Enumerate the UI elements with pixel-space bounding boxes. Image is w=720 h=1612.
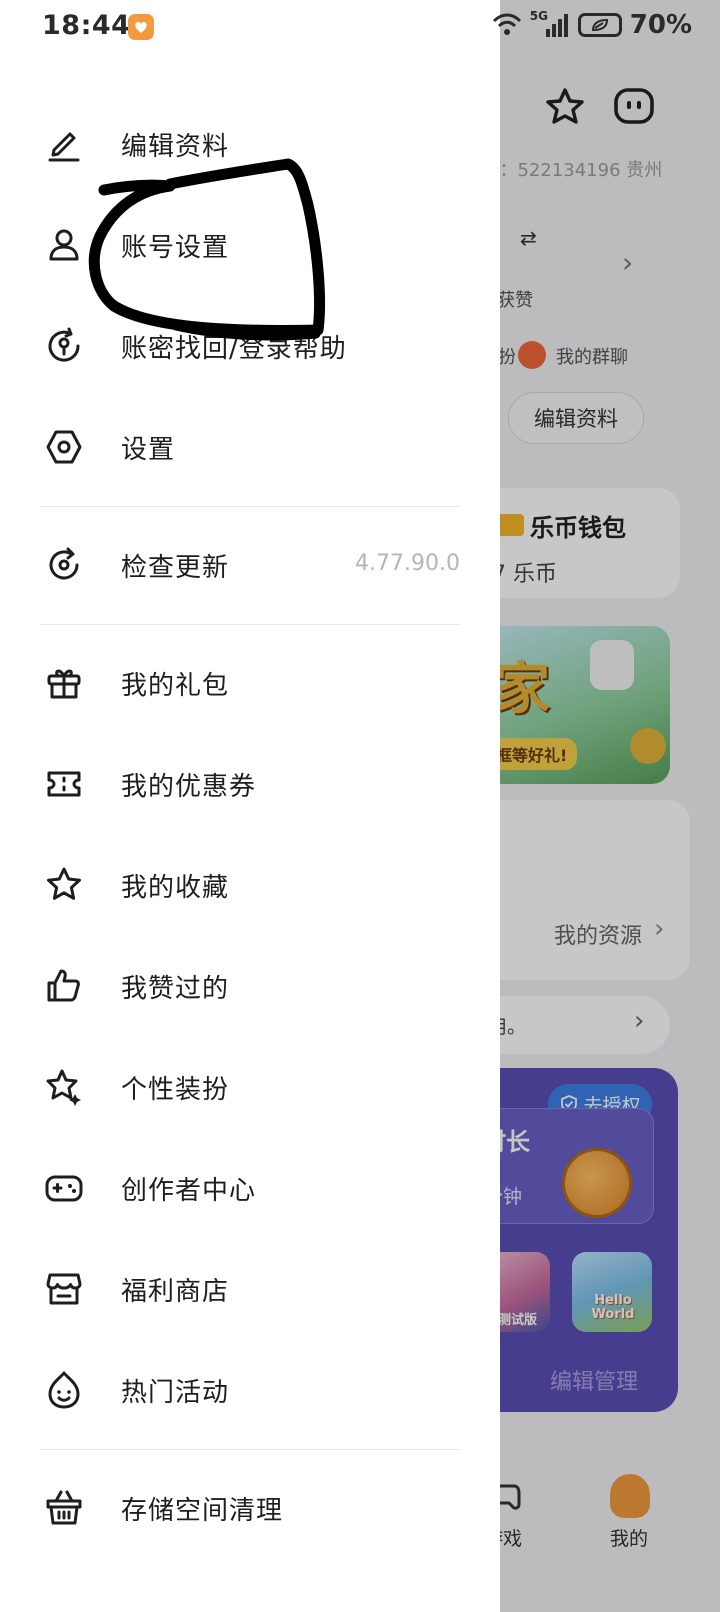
coupon-icon [47, 771, 81, 797]
menu-item-my-coupons[interactable]: 我的优惠券 [0, 734, 500, 834]
menu-label: 设置 [121, 435, 176, 465]
menu-label: 我的收藏 [121, 873, 230, 903]
user-icon [49, 229, 79, 261]
menu-label: 检查更新 [121, 553, 230, 583]
menu-label: 我赞过的 [121, 974, 230, 1004]
thumbs-up-icon [47, 969, 80, 1002]
menu-item-creator-center[interactable]: 创作者中心 [0, 1138, 500, 1238]
gift-icon [47, 669, 81, 699]
wifi-icon [492, 13, 521, 35]
network-type: 5G [529, 9, 548, 23]
menu-item-storage-cleanup[interactable]: 存储空间清理 [0, 1458, 500, 1558]
menu-label: 账密找回/登录帮助 [121, 334, 347, 364]
clock: 18:44 [42, 10, 131, 41]
menu-label: 福利商店 [121, 1277, 230, 1307]
store-icon [46, 1273, 82, 1305]
refresh-icon [49, 547, 79, 580]
menu-item-settings[interactable]: 设置 [0, 397, 500, 497]
menu-item-welfare-store[interactable]: 福利商店 [0, 1239, 500, 1339]
menu-divider [40, 1449, 460, 1450]
menu-item-my-favorites[interactable]: 我的收藏 [0, 835, 500, 935]
menu-label: 存储空间清理 [121, 1496, 284, 1526]
menu-item-account-recovery[interactable]: 账密找回/登录帮助 [0, 296, 500, 396]
battery-icon [577, 13, 622, 37]
menu-item-check-update[interactable]: 检查更新 4.77.90.0 [0, 515, 500, 615]
app-version: 4.77.90.0 [355, 551, 460, 576]
menu-item-account-settings[interactable]: 账号设置 [0, 195, 500, 295]
menu-label: 编辑资料 [121, 132, 230, 162]
menu-label: 创作者中心 [121, 1176, 257, 1206]
menu-label: 我的礼包 [121, 671, 230, 701]
signal-icon: 5G [529, 9, 570, 39]
status-bar: 18:44 5G 70% [0, 0, 720, 56]
account-recovery-icon [48, 327, 80, 362]
side-drawer: 编辑资料 账号设置 账密找回/登录帮助 设置 检查更新 4.77.90.0 我的… [0, 0, 500, 1612]
gamepad-icon [45, 1175, 83, 1202]
sparkle-star-icon [46, 1069, 81, 1106]
menu-divider [40, 506, 460, 507]
basket-icon [46, 1490, 82, 1525]
menu-divider [40, 624, 460, 625]
menu-label: 个性装扮 [121, 1075, 230, 1105]
menu-item-edit-profile[interactable]: 编辑资料 [0, 94, 500, 194]
menu-item-hot-events[interactable]: 热门活动 [0, 1340, 500, 1440]
menu-label: 热门活动 [121, 1378, 230, 1408]
menu-label: 我的优惠券 [121, 772, 257, 802]
flame-face-icon [48, 1371, 80, 1409]
battery-percent: 70% [629, 10, 692, 40]
menu-item-personal-dress-up[interactable]: 个性装扮 [0, 1037, 500, 1137]
menu-item-liked[interactable]: 我赞过的 [0, 936, 500, 1036]
menu-label: 账号设置 [121, 233, 230, 263]
star-icon [47, 867, 81, 900]
menu-item-my-gifts[interactable]: 我的礼包 [0, 633, 500, 733]
settings-icon [46, 430, 82, 464]
app-notification-icon [128, 14, 154, 40]
edit-icon [48, 132, 80, 162]
